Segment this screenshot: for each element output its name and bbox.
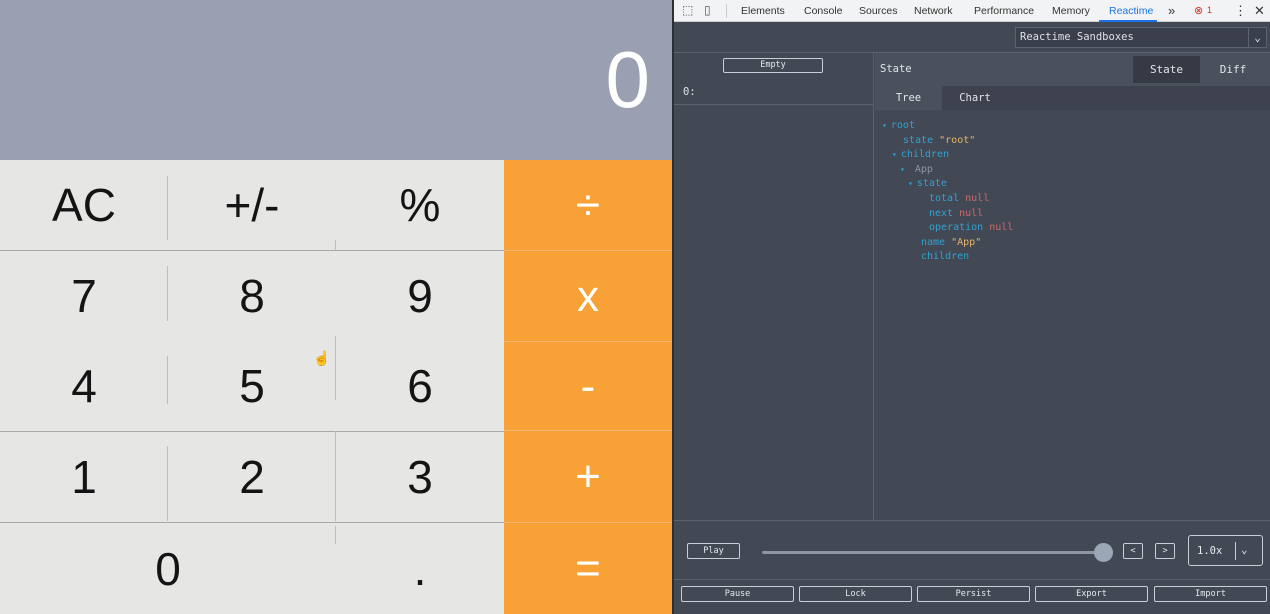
- tab-sources[interactable]: Sources: [859, 5, 898, 17]
- operator-divider: [504, 522, 672, 523]
- tree-node-root[interactable]: ▾ root: [882, 119, 915, 134]
- tab-reactime[interactable]: Reactime: [1109, 5, 1153, 17]
- key-multiply[interactable]: x: [504, 251, 672, 342]
- sandbox-bar: Reactime Sandboxes ⌄: [674, 22, 1270, 53]
- key-0[interactable]: 0: [0, 523, 336, 614]
- error-icon[interactable]: ⊗: [1194, 4, 1203, 17]
- key-2[interactable]: 2: [168, 432, 336, 522]
- state-subtabs: Tree Chart: [875, 86, 1270, 110]
- key-subtract[interactable]: -: [504, 342, 672, 431]
- inspect-element-icon[interactable]: ⬚: [682, 3, 693, 17]
- snapshot-row[interactable]: 0:: [674, 79, 873, 105]
- tree-node-app-state[interactable]: ▾ state: [908, 177, 947, 192]
- expand-arrow-icon: ▾: [908, 179, 913, 189]
- empty-button[interactable]: Empty: [723, 58, 823, 73]
- calculator-app: 0 AC +/- % ÷ 7 8 9 x 4 5 6 - 1 2 3 + 0 .…: [0, 0, 672, 614]
- key-equals[interactable]: =: [504, 523, 672, 614]
- tab-console[interactable]: Console: [804, 5, 843, 17]
- error-count[interactable]: 1: [1207, 5, 1212, 15]
- diff-view-button[interactable]: Diff: [1200, 56, 1266, 83]
- state-title: State: [880, 63, 912, 75]
- expand-arrow-icon: ▾: [882, 121, 887, 130]
- operator-divider: [504, 341, 672, 342]
- tree-node-state: state "root": [903, 134, 976, 146]
- display-value: 0: [605, 35, 651, 124]
- close-icon[interactable]: ✕: [1254, 3, 1265, 19]
- key-decimal[interactable]: .: [336, 523, 504, 614]
- tab-elements[interactable]: Elements: [741, 5, 785, 17]
- tree-node-operation: operation null: [929, 222, 1014, 234]
- sandbox-select[interactable]: Reactime Sandboxes ⌄: [1015, 27, 1267, 48]
- tree-node-app[interactable]: ▾ App: [900, 163, 933, 178]
- tree-node-name: name "App": [921, 236, 982, 248]
- key-all-clear[interactable]: AC: [0, 160, 168, 250]
- tree-node-next: next null: [929, 207, 984, 219]
- key-divide[interactable]: ÷: [504, 160, 672, 251]
- devtools-tab-bar: ⬚ ▯ Elements Console Sources Network Per…: [674, 0, 1270, 22]
- key-9[interactable]: 9: [336, 251, 504, 341]
- tree-node-children-leaf: children: [921, 251, 970, 263]
- snapshot-label: 0:: [683, 86, 696, 98]
- speed-divider: [1235, 542, 1236, 560]
- timeline-slider-track[interactable]: [762, 551, 1102, 554]
- export-button[interactable]: Export: [1035, 586, 1148, 602]
- play-button[interactable]: Play: [687, 543, 740, 559]
- hand-cursor-icon: ☝: [313, 350, 331, 366]
- key-percent[interactable]: %: [336, 160, 504, 250]
- chevron-down-icon: ⌄: [1248, 28, 1266, 47]
- calculator-display: 0: [0, 0, 672, 160]
- devtools-panel: ⬚ ▯ Elements Console Sources Network Per…: [672, 0, 1270, 614]
- tab-network[interactable]: Network: [914, 5, 953, 17]
- key-1[interactable]: 1: [0, 432, 168, 522]
- tab-tree[interactable]: Tree: [875, 86, 942, 110]
- expand-arrow-icon: ▾: [892, 150, 897, 160]
- toolbar-divider: [726, 4, 727, 18]
- key-3[interactable]: 3: [336, 432, 504, 522]
- previous-button[interactable]: <: [1123, 543, 1143, 559]
- speed-value: 1.0x: [1197, 545, 1223, 557]
- lock-button[interactable]: Lock: [799, 586, 912, 602]
- key-6[interactable]: 6: [336, 341, 504, 431]
- device-toolbar-icon[interactable]: ▯: [704, 3, 711, 17]
- key-8[interactable]: 8: [168, 251, 336, 341]
- key-add[interactable]: +: [504, 431, 672, 523]
- operator-divider: [504, 250, 672, 251]
- timeline-slider-thumb[interactable]: [1094, 543, 1113, 562]
- tab-memory[interactable]: Memory: [1052, 5, 1090, 17]
- persist-button[interactable]: Persist: [917, 586, 1030, 602]
- more-tabs-button[interactable]: »: [1168, 3, 1175, 18]
- chevron-down-icon: ⌄: [1241, 543, 1248, 556]
- key-4[interactable]: 4: [0, 341, 168, 431]
- travel-controls: Play < > 1.0x ⌄ Pause Lock Persist Expor…: [674, 520, 1270, 614]
- pause-button[interactable]: Pause: [681, 586, 794, 602]
- tab-performance[interactable]: Performance: [974, 5, 1034, 17]
- tree-node-children[interactable]: ▾ children: [892, 148, 949, 163]
- tree-node-total: total null: [929, 193, 990, 204]
- state-header: State State Diff: [875, 53, 1270, 86]
- sandbox-select-value: Reactime Sandboxes: [1020, 31, 1134, 43]
- key-toggle-sign[interactable]: +/-: [168, 160, 336, 250]
- expand-arrow-icon: ▾: [900, 164, 905, 174]
- key-5[interactable]: 5: [168, 341, 336, 431]
- state-view-button[interactable]: State: [1133, 56, 1200, 83]
- operator-divider: [504, 430, 672, 431]
- import-button[interactable]: Import: [1154, 586, 1267, 602]
- next-button[interactable]: >: [1155, 543, 1175, 559]
- speed-select[interactable]: 1.0x ⌄: [1188, 535, 1263, 566]
- tab-chart[interactable]: Chart: [942, 86, 1008, 110]
- key-7[interactable]: 7: [0, 251, 168, 341]
- action-list-panel: Empty 0:: [674, 53, 874, 520]
- state-panel: State State Diff Tree Chart ▾ root state …: [875, 53, 1270, 520]
- kebab-menu-icon[interactable]: ⋮: [1234, 3, 1247, 19]
- controls-divider: [674, 579, 1270, 580]
